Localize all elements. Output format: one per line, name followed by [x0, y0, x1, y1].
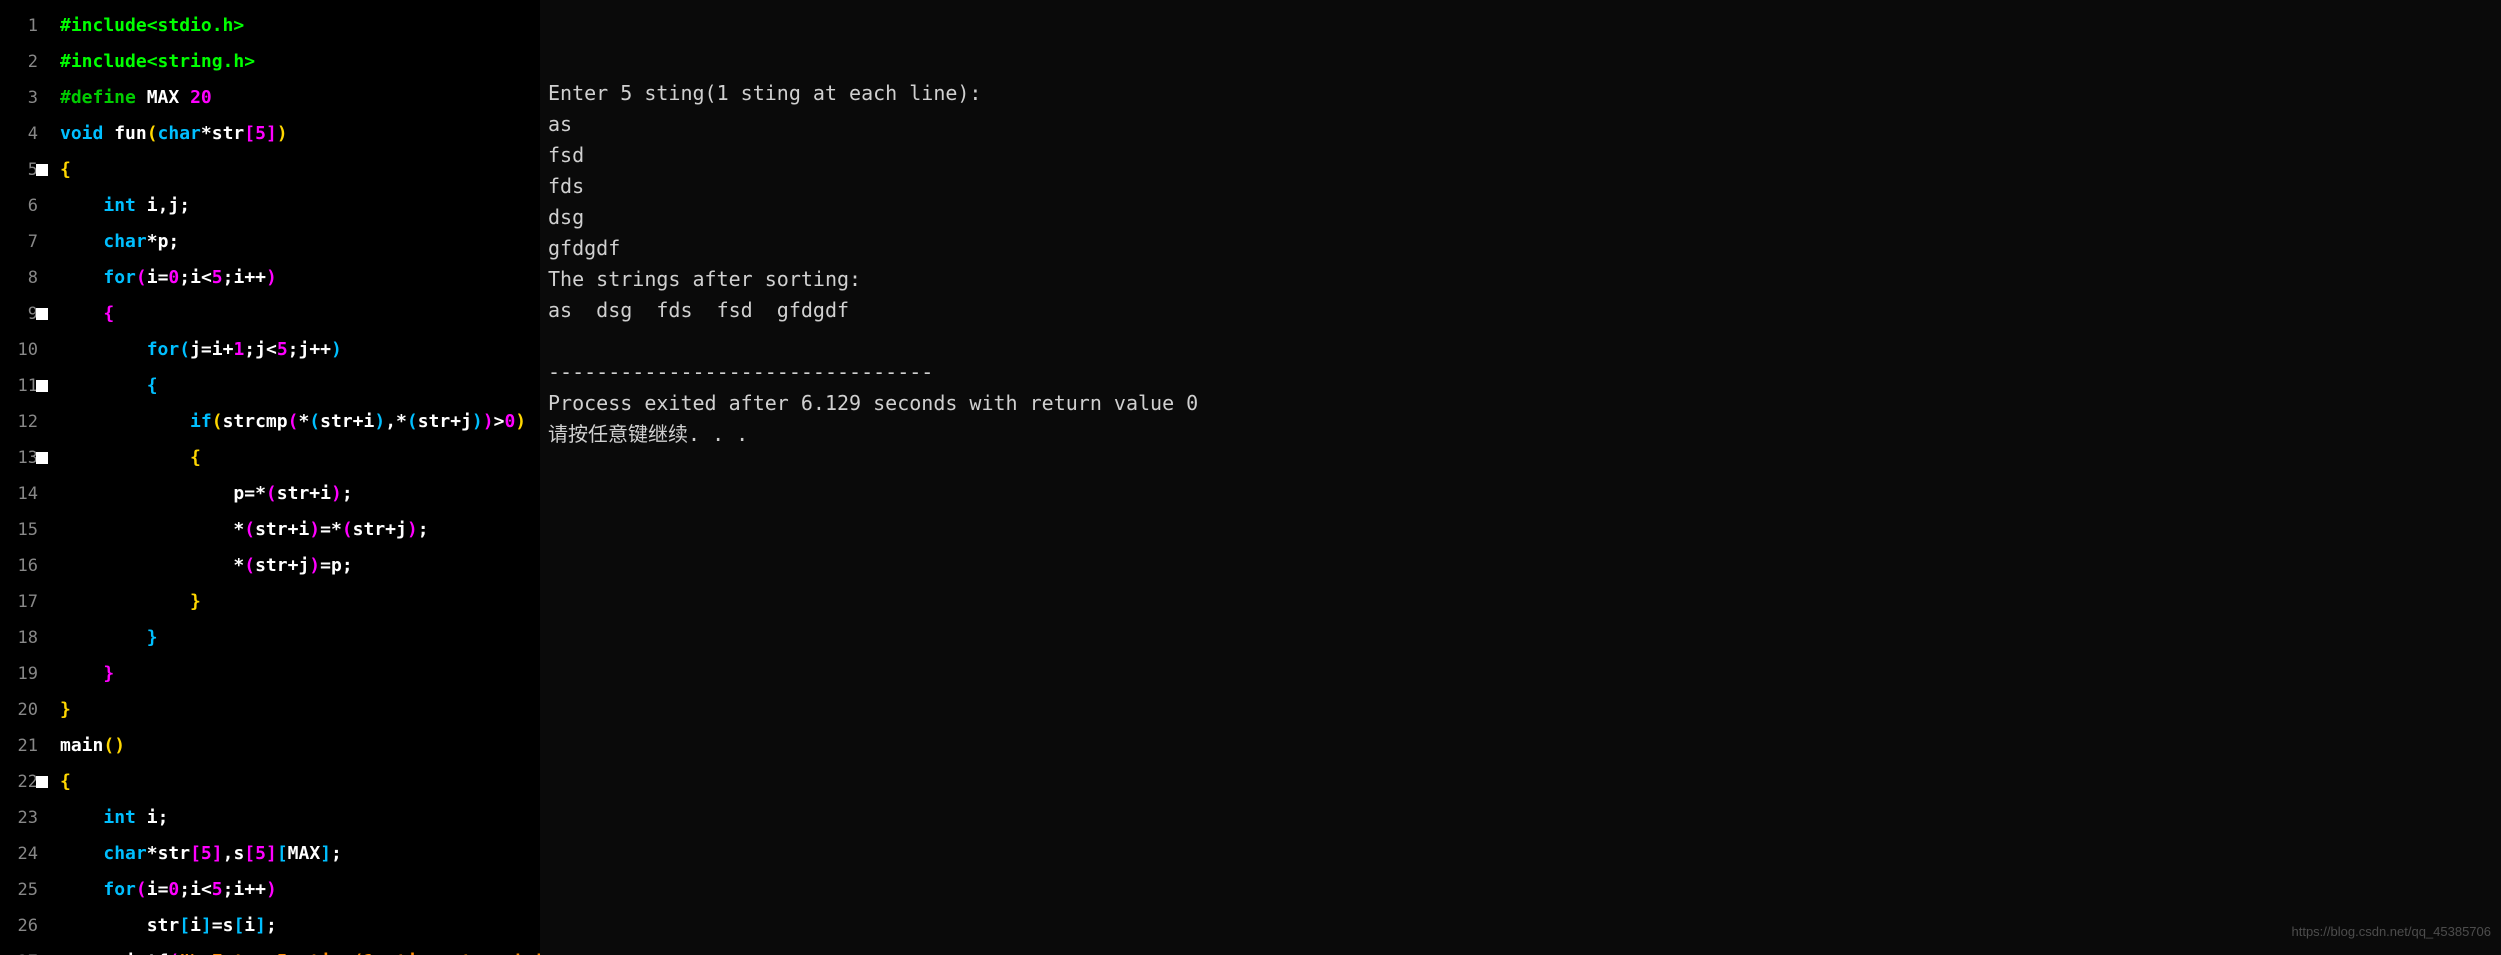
code-line[interactable]: if(strcmp(*(str+i),*(str+j))>0)	[60, 404, 540, 440]
line-number: 10	[0, 332, 48, 368]
line-number: 25	[0, 872, 48, 908]
line-number: 3	[0, 80, 48, 116]
line-number: 27	[0, 944, 48, 955]
code-line[interactable]: #include<string.h>	[60, 44, 540, 80]
code-line[interactable]: {	[60, 152, 540, 188]
line-number: 21	[0, 728, 48, 764]
code-line[interactable]: int i,j;	[60, 188, 540, 224]
code-line[interactable]: printf("\nEnter 5 sting(1 sting at each …	[60, 944, 540, 955]
code-editor-pane[interactable]: 1234567891011121314151617181920212223242…	[0, 0, 540, 955]
code-line[interactable]: }	[60, 692, 540, 728]
line-number-gutter: 1234567891011121314151617181920212223242…	[0, 8, 48, 955]
line-number: 7	[0, 224, 48, 260]
code-line[interactable]: {	[60, 368, 540, 404]
code-line[interactable]: int i;	[60, 800, 540, 836]
line-number: 17	[0, 584, 48, 620]
code-line[interactable]: str[i]=s[i];	[60, 908, 540, 944]
fold-marker-icon[interactable]	[36, 452, 48, 464]
line-number: 4	[0, 116, 48, 152]
line-number: 22	[0, 764, 48, 800]
line-number: 19	[0, 656, 48, 692]
code-content[interactable]: #include<stdio.h>#include<string.h>#defi…	[60, 8, 540, 955]
line-number: 9	[0, 296, 48, 332]
line-number: 16	[0, 548, 48, 584]
terminal-text: Enter 5 sting(1 sting at each line): as …	[548, 78, 2501, 450]
fold-marker-icon[interactable]	[36, 380, 48, 392]
line-number: 5	[0, 152, 48, 188]
code-line[interactable]: p=*(str+i);	[60, 476, 540, 512]
line-number: 23	[0, 800, 48, 836]
code-line[interactable]: for(i=0;i<5;i++)	[60, 872, 540, 908]
code-line[interactable]: }	[60, 656, 540, 692]
line-number: 18	[0, 620, 48, 656]
line-number: 15	[0, 512, 48, 548]
code-line[interactable]: for(i=0;i<5;i++)	[60, 260, 540, 296]
code-line[interactable]: {	[60, 440, 540, 476]
code-line[interactable]: void fun(char*str[5])	[60, 116, 540, 152]
line-number: 2	[0, 44, 48, 80]
code-line[interactable]: }	[60, 620, 540, 656]
line-number: 26	[0, 908, 48, 944]
line-number: 11	[0, 368, 48, 404]
line-number: 20	[0, 692, 48, 728]
code-line[interactable]: for(j=i+1;j<5;j++)	[60, 332, 540, 368]
code-line[interactable]: char*str[5],s[5][MAX];	[60, 836, 540, 872]
code-line[interactable]: *(str+i)=*(str+j);	[60, 512, 540, 548]
code-line[interactable]: }	[60, 584, 540, 620]
code-line[interactable]: #define MAX 20	[60, 80, 540, 116]
line-number: 12	[0, 404, 48, 440]
terminal-output-pane[interactable]: Enter 5 sting(1 sting at each line): as …	[540, 0, 2501, 955]
watermark-text: https://blog.csdn.net/qq_45385706	[2292, 916, 2492, 947]
code-line[interactable]: {	[60, 296, 540, 332]
fold-marker-icon[interactable]	[36, 164, 48, 176]
line-number: 13	[0, 440, 48, 476]
code-line[interactable]: *(str+j)=p;	[60, 548, 540, 584]
code-line[interactable]: main()	[60, 728, 540, 764]
line-number: 6	[0, 188, 48, 224]
line-number: 14	[0, 476, 48, 512]
code-line[interactable]: #include<stdio.h>	[60, 8, 540, 44]
line-number: 24	[0, 836, 48, 872]
code-line[interactable]: char*p;	[60, 224, 540, 260]
fold-marker-icon[interactable]	[36, 776, 48, 788]
line-number: 1	[0, 8, 48, 44]
code-line[interactable]: {	[60, 764, 540, 800]
fold-marker-icon[interactable]	[36, 308, 48, 320]
line-number: 8	[0, 260, 48, 296]
